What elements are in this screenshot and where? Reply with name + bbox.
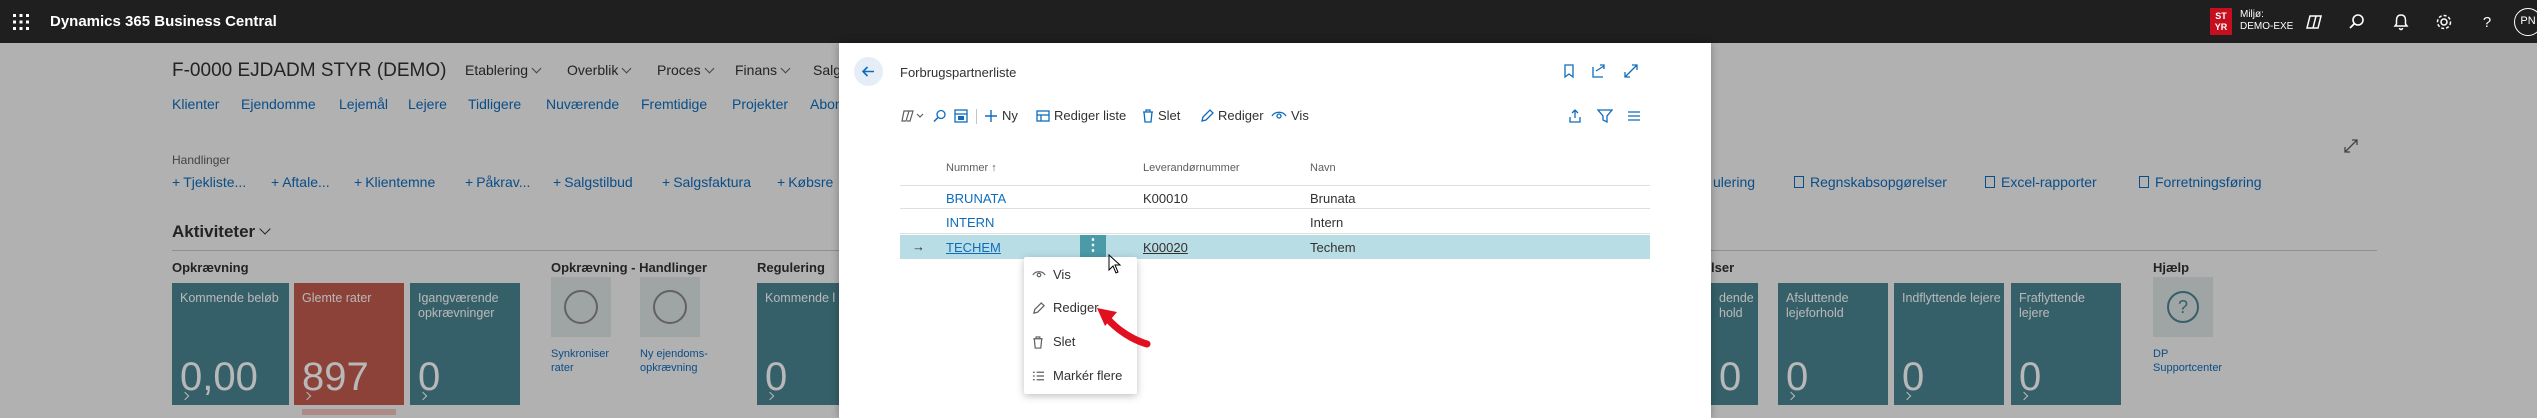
gear-icon[interactable] bbox=[2434, 12, 2454, 32]
copilot-icon[interactable] bbox=[2304, 12, 2324, 32]
pencil-icon bbox=[1201, 108, 1214, 122]
top-bar: Dynamics 365 Business Central ST YR Milj… bbox=[0, 0, 2537, 43]
app-launcher-icon[interactable] bbox=[12, 13, 30, 31]
list-icon bbox=[1628, 110, 1640, 121]
menu-item-label: Vis bbox=[1053, 267, 1071, 282]
view-button[interactable]: Vis bbox=[1271, 101, 1309, 131]
column-header-navn[interactable]: Navn bbox=[1310, 162, 1336, 174]
dialog-title: Forbrugspartnerliste bbox=[900, 65, 1017, 80]
cell-supplier: K00020 bbox=[1143, 240, 1188, 255]
new-button[interactable]: Ny bbox=[984, 101, 1018, 131]
app-title[interactable]: Dynamics 365 Business Central bbox=[50, 13, 277, 30]
eye-icon bbox=[1271, 111, 1287, 119]
select-multiple-icon bbox=[1032, 371, 1045, 381]
arrow-left-icon bbox=[861, 66, 874, 77]
menu-item-label: Markér flere bbox=[1053, 368, 1123, 383]
svg-text:?: ? bbox=[2483, 14, 2491, 31]
environment-badge[interactable]: ST YR bbox=[2210, 8, 2232, 35]
column-label: Nummer bbox=[946, 162, 989, 174]
edit-label: Rediger bbox=[1218, 108, 1264, 123]
share-icon bbox=[1569, 108, 1581, 123]
context-menu-item-marker-flere[interactable]: Markér flere bbox=[1024, 361, 1137, 391]
view-label: Vis bbox=[1291, 108, 1309, 123]
trash-icon bbox=[1033, 336, 1043, 349]
cell-number[interactable]: TECHEM bbox=[946, 240, 1001, 255]
copilot-menu-button[interactable] bbox=[900, 101, 930, 131]
mouse-cursor-icon bbox=[1108, 254, 1122, 274]
row-indicator-arrow: → bbox=[912, 239, 925, 254]
pencil-icon bbox=[1033, 302, 1045, 314]
bell-icon[interactable] bbox=[2391, 12, 2411, 32]
analysis-icon bbox=[954, 108, 968, 123]
edit-list-icon bbox=[1036, 109, 1050, 122]
edit-list-label: Rediger liste bbox=[1054, 108, 1127, 123]
expand-icon[interactable] bbox=[1623, 63, 1639, 79]
forbrugspartner-dialog: Forbrugspartnerliste Ny Rediger liste Sl… bbox=[839, 43, 1711, 418]
table-row[interactable]: BRUNATA K00010 Brunata bbox=[900, 185, 1650, 209]
menu-item-label: Slet bbox=[1053, 334, 1076, 349]
open-new-window-icon[interactable] bbox=[1591, 63, 1607, 79]
delete-button[interactable]: Slet bbox=[1142, 101, 1180, 131]
table-row[interactable]: INTERN Intern bbox=[900, 210, 1650, 234]
cell-name: Techem bbox=[1310, 240, 1356, 255]
edit-list-button[interactable]: Rediger liste bbox=[1036, 101, 1126, 131]
edit-button[interactable]: Rediger bbox=[1200, 101, 1264, 131]
trash-icon bbox=[1143, 108, 1153, 123]
action-bar: Ny Rediger liste Slet Rediger Vis bbox=[900, 101, 1650, 131]
plus-icon bbox=[985, 109, 997, 122]
filter-icon bbox=[1597, 108, 1613, 123]
new-label: Ny bbox=[1002, 108, 1018, 123]
analysis-button[interactable] bbox=[953, 101, 973, 131]
menu-item-label: Rediger bbox=[1053, 300, 1099, 315]
delete-label: Slet bbox=[1158, 108, 1181, 123]
cell-name: Intern bbox=[1310, 215, 1344, 230]
search-button[interactable] bbox=[932, 101, 952, 131]
sort-ascending-icon: ↑ bbox=[991, 162, 997, 174]
row-actions-button[interactable]: ⋮ bbox=[1080, 235, 1106, 259]
environment-label: Miljø: bbox=[2240, 9, 2264, 20]
column-header-leverandoernummer[interactable]: Leverandørnummer bbox=[1143, 162, 1240, 174]
environment-info[interactable]: Miljø: DEMO-EXE bbox=[2240, 9, 2293, 33]
cell-supplier: K00010 bbox=[1143, 191, 1188, 206]
eye-icon bbox=[1032, 271, 1046, 278]
bookmark-icon[interactable] bbox=[1561, 63, 1577, 79]
user-avatar[interactable]: PN bbox=[2514, 8, 2537, 36]
environment-name: DEMO-EXE bbox=[2240, 21, 2294, 32]
back-button[interactable] bbox=[854, 57, 883, 86]
cell-number[interactable]: INTERN bbox=[946, 215, 994, 230]
help-icon[interactable]: ? bbox=[2477, 12, 2497, 32]
list-view-button[interactable] bbox=[1626, 101, 1646, 131]
share-button[interactable] bbox=[1567, 101, 1587, 131]
column-header-nummer[interactable]: Nummer ↑ bbox=[946, 162, 997, 174]
annotation-arrow-icon bbox=[1097, 308, 1151, 348]
copilot-icon bbox=[901, 109, 924, 122]
table-row-selected[interactable]: → TECHEM ⋮ K00020 Techem bbox=[900, 235, 1650, 259]
toolbar-separator bbox=[976, 109, 977, 124]
cell-number[interactable]: BRUNATA bbox=[946, 191, 1006, 206]
search-icon bbox=[933, 109, 946, 122]
search-icon[interactable] bbox=[2347, 12, 2367, 32]
filter-button[interactable] bbox=[1597, 101, 1617, 131]
cell-name: Brunata bbox=[1310, 191, 1356, 206]
